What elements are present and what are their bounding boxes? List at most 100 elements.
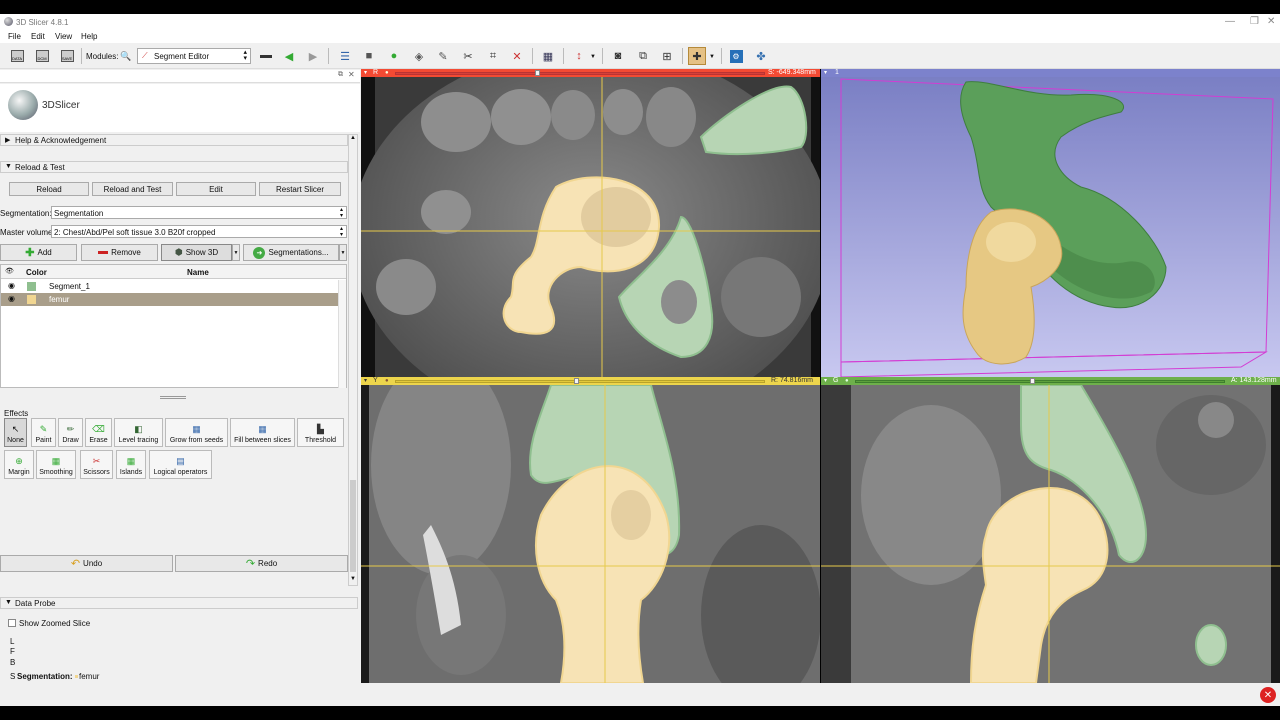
yellow-slice-controller[interactable]: ▾ Y ● R: 74.816mm xyxy=(361,377,820,385)
effect-islands-button[interactable]: ▦ Islands xyxy=(116,450,146,479)
pin-icon[interactable]: ▾ xyxy=(364,69,367,76)
effect-fill-between-slices-button[interactable]: ▦ Fill between slices xyxy=(230,418,295,447)
splitter-handle[interactable] xyxy=(160,396,186,399)
effect-level-tracing-button[interactable]: ◧ Level tracing xyxy=(114,418,163,447)
maximize-icon[interactable]: ❐ xyxy=(1250,16,1259,27)
effect-none-button[interactable]: ↖ None xyxy=(4,418,27,447)
green-slice-view[interactable] xyxy=(821,385,1280,683)
green-slice-slider[interactable] xyxy=(855,380,1225,383)
error-log-icon[interactable]: ✕ xyxy=(1260,687,1276,703)
segment-color-swatch[interactable] xyxy=(27,282,36,291)
effect-grow-from-seeds-button[interactable]: ▦ Grow from seeds xyxy=(165,418,228,447)
undock-icon[interactable]: ⧉ xyxy=(338,71,343,79)
effect-erase-button[interactable]: ⌫ Erase xyxy=(85,418,112,447)
effect-smoothing-button[interactable]: ▦ Smoothing xyxy=(36,450,76,479)
crop-module-button[interactable]: ⌗ xyxy=(484,47,502,65)
menu-view[interactable]: View xyxy=(55,32,72,41)
red-slice-slider-handle[interactable] xyxy=(535,70,540,76)
section-reload[interactable]: ▼ Reload & Test xyxy=(0,161,348,173)
editor-module-button[interactable]: ✂ xyxy=(459,47,477,65)
visibility-eye-icon[interactable]: ◉ xyxy=(8,281,15,290)
red-slice-controller[interactable]: ▾ R ● S: -649.348mm xyxy=(361,69,820,77)
link-icon[interactable]: ● xyxy=(385,378,389,384)
table-scrollbar[interactable] xyxy=(338,280,346,388)
back-button[interactable]: ◀ xyxy=(280,47,298,65)
green-slice-slider-handle[interactable] xyxy=(1030,378,1035,384)
scroll-down-icon[interactable]: ▼ xyxy=(350,576,356,582)
link-icon[interactable]: ● xyxy=(385,70,389,76)
pin-icon[interactable]: ▾ xyxy=(824,69,827,76)
redo-button[interactable]: ↷ Redo xyxy=(175,555,348,572)
menu-file[interactable]: File xyxy=(8,32,21,41)
segmentation-selector[interactable]: Segmentation ▴ ▾ xyxy=(51,206,347,219)
visibility-eye-icon[interactable]: ◉ xyxy=(8,294,15,303)
layout-button[interactable]: ▦ xyxy=(539,47,557,65)
transforms-module-button[interactable]: ◈ xyxy=(410,47,428,65)
yellow-slice-slider-handle[interactable] xyxy=(574,378,579,384)
restart-slicer-button[interactable]: Restart Slicer xyxy=(259,182,341,196)
module-search-icon[interactable]: 🔍 xyxy=(120,51,131,62)
red-slice-slider[interactable] xyxy=(395,72,765,75)
load-data-button[interactable]: DATA xyxy=(8,47,26,65)
reload-button[interactable]: Reload xyxy=(9,182,89,196)
segmentations-dropdown[interactable]: ▼ xyxy=(339,244,347,261)
effect-margin-button[interactable]: ⊕ Margin xyxy=(4,450,34,479)
menu-help[interactable]: Help xyxy=(81,32,97,41)
reload-and-test-button[interactable]: Reload and Test xyxy=(92,182,173,196)
green-slice-controller[interactable]: ▾ G ● A: 143.128mm xyxy=(821,377,1280,385)
show-zoomed-checkbox[interactable] xyxy=(8,619,16,627)
show-3d-dropdown[interactable]: ▼ xyxy=(232,244,240,261)
screenshot-button[interactable]: ◙ xyxy=(609,47,627,65)
effect-scissors-button[interactable]: ✂ Scissors xyxy=(80,450,113,479)
yellow-slice-view[interactable] xyxy=(361,385,820,683)
effect-logical-operators-button[interactable]: ▤ Logical operators xyxy=(149,450,212,479)
extension-manager-button[interactable]: ⚙ xyxy=(727,47,745,65)
chevron-down-icon[interactable]: ▼ xyxy=(590,54,596,60)
scrollbar-thumb[interactable] xyxy=(350,480,356,572)
close-panel-icon[interactable]: ✕ xyxy=(348,70,355,79)
close-icon[interactable]: ✕ xyxy=(1267,16,1275,27)
effect-paint-button[interactable]: ✎ Paint xyxy=(31,418,56,447)
master-volume-selector[interactable]: 2: Chest/Abd/Pel soft tissue 3.0 B20f cr… xyxy=(51,225,347,238)
data-module-button[interactable]: ☰ xyxy=(336,47,354,65)
yellow-slice-slider[interactable] xyxy=(395,380,765,383)
module-selector[interactable]: ⟋ Segment Editor ▴ ▾ xyxy=(137,48,251,64)
threed-view[interactable] xyxy=(821,77,1280,377)
markups-module-button[interactable]: ✎ xyxy=(434,47,452,65)
models-module-button[interactable]: ● xyxy=(385,47,403,65)
forward-button[interactable]: ▶ xyxy=(304,47,322,65)
panel-scrollbar[interactable]: ▲ ▼ xyxy=(348,134,358,586)
save-button[interactable]: SAVE xyxy=(58,47,76,65)
pin-icon[interactable]: ▾ xyxy=(364,377,367,384)
python-console-button[interactable]: ✤ xyxy=(752,47,770,65)
undo-button[interactable]: ↶ Undo xyxy=(0,555,173,572)
section-data-probe[interactable]: ▼ Data Probe xyxy=(0,597,358,609)
color-column-header[interactable]: Color xyxy=(26,268,47,277)
minimize-icon[interactable]: — xyxy=(1225,16,1235,27)
place-fiducial-button[interactable]: ✚ xyxy=(688,47,706,65)
volumes-module-button[interactable]: ■ xyxy=(360,47,378,65)
name-column-header[interactable]: Name xyxy=(187,268,209,277)
show-3d-button[interactable]: ⬢ Show 3D xyxy=(161,244,232,261)
section-help[interactable]: ▶ Help & Acknowledgement xyxy=(0,134,348,146)
segment-name[interactable]: Segment_1 xyxy=(49,282,90,291)
crosshair-button[interactable]: ↕ xyxy=(570,47,588,65)
segmentations-button[interactable]: ➜ Segmentations... xyxy=(243,244,339,261)
load-dicom-button[interactable]: DCM xyxy=(33,47,51,65)
remove-segment-button[interactable]: Remove xyxy=(81,244,158,261)
close-scene-button[interactable]: ✕ xyxy=(508,47,526,65)
edit-button[interactable]: Edit xyxy=(176,182,256,196)
pin-icon[interactable]: ▾ xyxy=(824,377,827,384)
view-options-button[interactable]: ⊞ xyxy=(658,47,676,65)
effect-draw-button[interactable]: ✏ Draw xyxy=(58,418,83,447)
menu-edit[interactable]: Edit xyxy=(31,32,45,41)
segment-name[interactable]: femur xyxy=(49,295,69,304)
table-row-selected[interactable]: ◉ femur xyxy=(1,293,346,306)
effect-threshold-button[interactable]: ▙ Threshold xyxy=(297,418,344,447)
threed-view-controller[interactable]: ▾ 1 xyxy=(821,69,1280,77)
scene-view-button[interactable]: ⧉ xyxy=(634,47,652,65)
module-history-button[interactable] xyxy=(257,47,275,65)
chevron-down-icon[interactable]: ▼ xyxy=(709,54,715,60)
table-row[interactable]: ◉ Segment_1 xyxy=(1,280,346,293)
scroll-up-icon[interactable]: ▲ xyxy=(350,135,356,141)
